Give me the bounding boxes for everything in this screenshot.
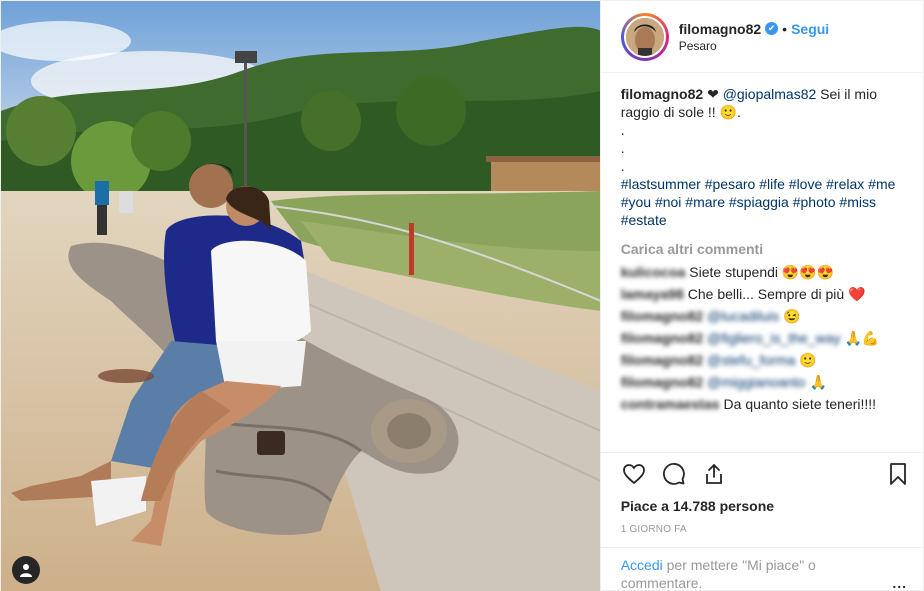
caption-hashtags[interactable]: #lastsummer #pesaro #life #love #relax #… [621, 175, 907, 229]
comment-row: lamaya98 Che belli... Sempre di più ❤️ [621, 285, 907, 303]
comment-text: 😉 [782, 308, 801, 324]
likes-count[interactable]: Piace a 14.788 persone [601, 494, 923, 514]
comments-section[interactable]: filomagno82 ❤ @giopalmas82 Sei il mio ra… [601, 73, 923, 452]
bookmark-icon [890, 462, 906, 485]
share-button[interactable] [701, 461, 727, 487]
login-prompt-text: Accedi per mettere "Mi piace" o commenta… [621, 556, 893, 591]
separator-dot: • [782, 20, 788, 37]
comment-text: 🙏 [809, 374, 827, 390]
comment-mention[interactable]: @miggianoanto [707, 373, 805, 391]
location-link[interactable]: Pesaro [679, 39, 830, 53]
caption-mention[interactable]: @giopalmas82 [723, 86, 817, 102]
comment-button[interactable] [661, 461, 687, 487]
user-tag-icon [20, 564, 32, 577]
follow-button[interactable]: Segui [791, 21, 829, 37]
post-caption: filomagno82 ❤ @giopalmas82 Sei il mio ra… [621, 85, 907, 229]
comment-mention[interactable]: @figliero_is_the_way [707, 329, 840, 347]
caption-dot-line: . [620, 158, 625, 174]
comment-username[interactable]: kulicocoa [621, 263, 686, 281]
caption-dot-line: . [620, 122, 625, 138]
comment-row: filomagno82 @miggianoanto 🙏 [621, 373, 907, 391]
action-bar [600, 452, 923, 494]
comment-username[interactable]: lamaya98 [621, 285, 684, 303]
comment-row: contramaestas Da quanto siete teneri!!!! [621, 395, 907, 413]
comment-row: kulicocoa Siete stupendi 😍😍😍 [621, 263, 907, 281]
login-prompt: Accedi per mettere "Mi piace" o commenta… [601, 548, 923, 591]
caption-username[interactable]: filomagno82 [621, 86, 703, 102]
post-header: filomagno82 ✔ • Segui Pesaro [600, 1, 923, 73]
comment-row: filomagno82 @stefu_forma 🙂 [621, 351, 907, 369]
caption-dot-line: . [620, 140, 625, 156]
like-button[interactable] [621, 461, 647, 487]
comment-text: Che belli... Sempre di più ❤️ [687, 286, 866, 302]
comment-mention[interactable]: @stefu_forma [707, 351, 795, 369]
instagram-post: filomagno82 ✔ • Segui Pesaro filomagno82… [0, 0, 924, 591]
comment-row: filomagno82 @figliero_is_the_way 🙏💪 [621, 329, 907, 347]
comment-mention[interactable]: @lucadiluis [707, 307, 779, 325]
comment-username[interactable]: filomagno82 [621, 307, 703, 325]
verified-badge-icon: ✔ [765, 22, 779, 35]
user-tag-button[interactable] [12, 556, 40, 584]
avatar [623, 15, 666, 58]
header-text: filomagno82 ✔ • Segui Pesaro [679, 21, 830, 53]
load-more-comments-button[interactable]: Carica altri commenti [621, 241, 907, 257]
heart-icon [622, 463, 645, 484]
comment-username[interactable]: filomagno82 [621, 373, 703, 391]
post-photo[interactable] [1, 1, 600, 591]
avatar-story-ring[interactable] [620, 12, 669, 61]
post-timestamp[interactable]: 1 GIORNO FA [600, 514, 923, 548]
avatar-face-icon [625, 17, 664, 56]
comment-text: Da quanto siete teneri!!!! [723, 396, 877, 412]
login-link[interactable]: Accedi [621, 557, 663, 573]
heart-emoji: ❤ [707, 86, 719, 102]
save-button[interactable] [885, 461, 911, 487]
comment-text: Siete stupendi 😍😍😍 [689, 264, 835, 280]
beach-photo-image [1, 1, 600, 591]
header-line: filomagno82 ✔ • Segui [679, 21, 830, 37]
comment-text: 🙂 [799, 352, 817, 368]
comment-username[interactable]: filomagno82 [621, 329, 703, 347]
comment-username[interactable]: filomagno82 [621, 351, 703, 369]
comment-username[interactable]: contramaestas [621, 395, 720, 413]
comment-icon [662, 462, 685, 485]
share-icon [705, 463, 722, 484]
profile-username[interactable]: filomagno82 [679, 21, 761, 37]
post-sidebar: filomagno82 ✔ • Segui Pesaro filomagno82… [599, 1, 923, 591]
comment-text: 🙏💪 [844, 330, 880, 346]
more-options-button[interactable]: ... [892, 574, 907, 591]
comment-row: filomagno82 @lucadiluis 😉 [621, 307, 907, 325]
